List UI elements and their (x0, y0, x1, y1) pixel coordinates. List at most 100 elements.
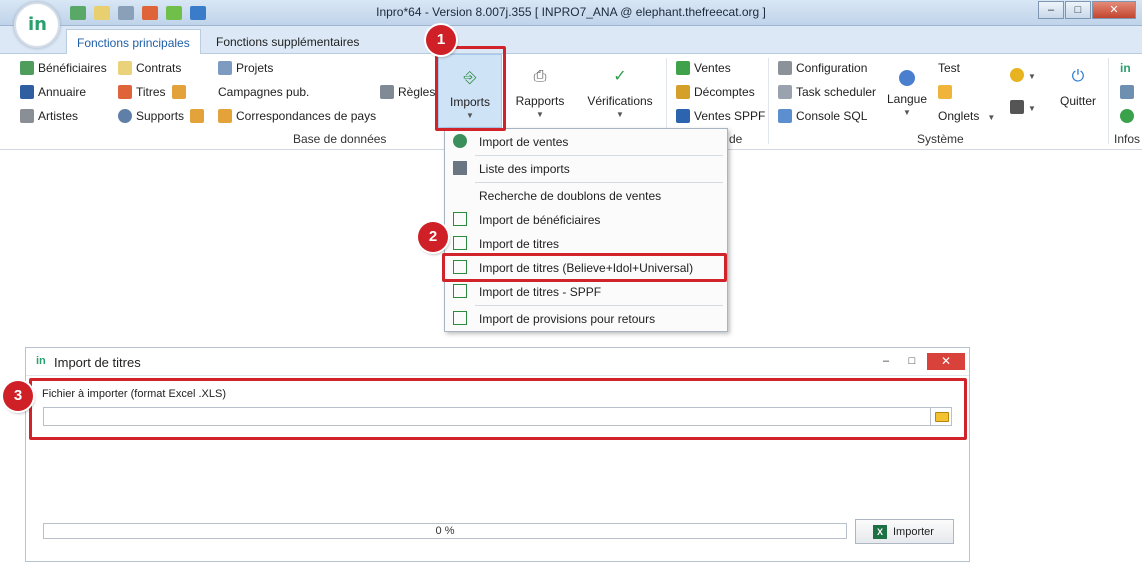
users-icon (20, 61, 34, 75)
infos-ok[interactable] (1120, 109, 1138, 123)
chevron-down-icon: ▼ (903, 108, 911, 117)
app-logo-text: in (28, 14, 47, 35)
chevron-down-icon: ▼ (616, 110, 624, 119)
ribbon-duck[interactable] (938, 85, 956, 99)
ribbon-titres[interactable]: Titres (118, 85, 190, 99)
import-progress-bar: 0 % (43, 523, 847, 539)
crown-icon (676, 85, 690, 99)
ribbon-radiation[interactable]: ▼ (1010, 68, 1036, 82)
sppf-icon (676, 109, 690, 123)
highlight-box-file-field (29, 378, 967, 440)
menu-item-import-titres-sppf[interactable]: Import de titres - SPPF (445, 281, 727, 303)
verifications-button[interactable]: ✓ Vérifications ▼ (582, 54, 658, 128)
menu-item-import-titres[interactable]: Import de titres (445, 233, 727, 255)
ribbon-projets[interactable]: Projets (218, 61, 273, 75)
excel-icon: X (873, 525, 887, 539)
contract-icon (118, 61, 132, 75)
window-title: Inpro*64 - Version 8.007j.355 [ INPRO7_A… (376, 5, 766, 19)
duck-icon (938, 85, 952, 99)
ribbon-contrats[interactable]: Contrats (118, 61, 181, 75)
import-icon (453, 311, 467, 325)
ribbon-decomptes[interactable]: Décomptes (676, 85, 755, 99)
ribbon-supports[interactable]: Supports (118, 109, 208, 123)
ribbon-artistes[interactable]: Artistes (20, 109, 78, 123)
group-label-ventes-fragment: de (729, 132, 743, 146)
ribbon-toolbox[interactable]: ▼ (1010, 100, 1036, 114)
signpost-icon (190, 109, 205, 123)
menu-separator (475, 305, 723, 306)
microphone-icon (20, 109, 34, 123)
list-icon (453, 161, 467, 175)
toolbox-icon (1010, 100, 1024, 114)
project-icon (218, 61, 232, 75)
tab-fonctions-supplementaires[interactable]: Fonctions supplémentaires (206, 29, 369, 54)
menu-item-recherche-doublons[interactable]: Recherche de doublons de ventes (445, 185, 727, 207)
dialog-logo: in (36, 355, 46, 367)
ribbon-annuaire[interactable]: Annuaire (20, 85, 86, 99)
highlight-box-imports (435, 46, 506, 131)
ribbon-tabbar: Fonctions principales Fonctions suppléme… (0, 26, 1142, 54)
close-button[interactable]: ✕ (1092, 1, 1136, 19)
address-book-icon (20, 85, 34, 99)
signpost-icon (171, 85, 186, 99)
dialog-maximize-button[interactable]: □ (905, 354, 919, 368)
dialog-titlebar: in Import de titres – □ ✕ (26, 348, 969, 376)
signpost-icon (218, 109, 232, 123)
ok-icon (1120, 109, 1134, 123)
rapports-button[interactable]: ⎙ Rapports ▼ (510, 54, 570, 128)
menu-item-import-provisions[interactable]: Import de provisions pour retours (445, 308, 727, 330)
tree-icon (380, 85, 394, 99)
chevron-down-icon: ▼ (536, 110, 544, 119)
menu-item-import-beneficiaires[interactable]: Import de bénéficiaires (445, 209, 727, 231)
chevron-down-icon: ▼ (987, 112, 996, 122)
minimize-button[interactable]: – (1038, 1, 1064, 19)
group-label-base-donnees: Base de données (293, 132, 387, 146)
ribbon-onglets[interactable]: Onglets ▼ (938, 109, 995, 123)
gears-icon (778, 61, 792, 75)
langue-button[interactable]: Langue ▼ (884, 54, 930, 128)
ribbon-test[interactable]: Test (938, 61, 960, 75)
menu-item-liste-imports[interactable]: Liste des imports (445, 158, 727, 180)
checkmark-icon: ✓ (613, 68, 627, 85)
elephant-icon (1120, 85, 1134, 99)
app-logo[interactable]: in (14, 2, 60, 48)
maximize-button[interactable]: □ (1065, 1, 1091, 19)
window-titlebar: Inpro*64 - Version 8.007j.355 [ INPRO7_A… (0, 0, 1142, 26)
quitter-button[interactable]: ⏻ Quitter (1056, 54, 1100, 128)
ribbon-ventes[interactable]: Ventes (676, 61, 731, 75)
disc-icon (118, 109, 132, 123)
import-button[interactable]: X Importer (855, 519, 954, 544)
ribbon-configuration[interactable]: Configuration (778, 61, 867, 75)
dialog-close-button[interactable]: ✕ (927, 353, 965, 370)
power-icon: ⏻ (1071, 68, 1085, 85)
import-icon (453, 236, 467, 250)
ribbon-campagnes[interactable]: Campagnes pub. (218, 85, 309, 99)
ribbon-regles[interactable]: Règles (380, 85, 435, 99)
ribbon-beneficiaires[interactable]: Bénéficiaires (20, 61, 107, 75)
ribbon-task-scheduler[interactable]: Task scheduler (778, 85, 876, 99)
globe-icon (899, 70, 915, 86)
ribbon-separator (768, 58, 769, 144)
ribbon-correspondances[interactable]: Correspondances de pays (218, 109, 376, 123)
highlight-box-menu-item (442, 253, 727, 282)
ribbon-console-sql[interactable]: Console SQL (778, 109, 867, 123)
printer-icon: ⎙ (533, 68, 547, 85)
ribbon-separator (1108, 58, 1109, 144)
imports-dropdown-menu: Import de ventes Liste des imports Reche… (444, 128, 728, 332)
infos-elephant[interactable] (1120, 85, 1138, 99)
menu-item-import-ventes[interactable]: Import de ventes (445, 131, 727, 153)
menu-separator (475, 182, 723, 183)
chevron-down-icon: ▼ (1028, 71, 1036, 81)
callout-2: 2 (418, 222, 448, 252)
dialog-title: Import de titres (54, 355, 141, 370)
dialog-minimize-button[interactable]: – (879, 354, 893, 368)
chevron-down-icon: ▼ (1028, 103, 1036, 113)
music-note-icon (118, 85, 132, 99)
group-label-infos: Infos (1114, 132, 1141, 146)
radiation-icon (1010, 68, 1024, 82)
sql-icon (778, 109, 792, 123)
tab-fonctions-principales[interactable]: Fonctions principales (66, 29, 201, 54)
callout-1: 1 (426, 25, 456, 55)
ribbon-ventes-sppf[interactable]: Ventes SPPF (676, 109, 765, 123)
infos-logo[interactable]: in (1120, 61, 1131, 75)
